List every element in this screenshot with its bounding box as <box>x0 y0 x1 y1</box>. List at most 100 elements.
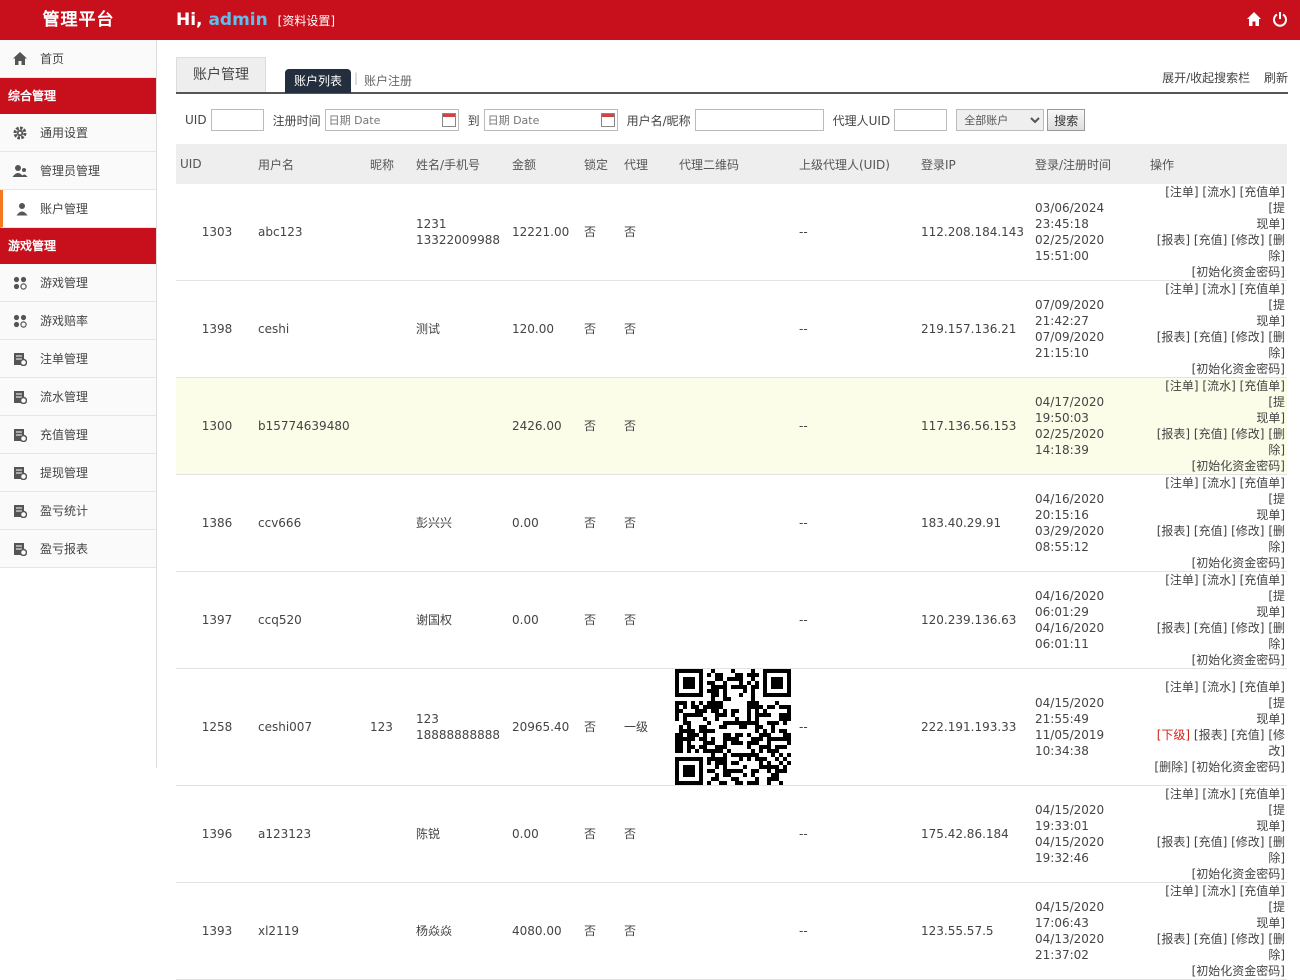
cell-uid[interactable]: 1397 <box>176 571 254 669</box>
withdraw-order-link[interactable]: [提 <box>1268 589 1285 603</box>
edit-link[interactable]: [修改] <box>1231 835 1264 849</box>
cell-uid[interactable]: 1303 <box>176 184 254 281</box>
recharge-link[interactable]: [充值] <box>1194 932 1227 946</box>
home-icon[interactable] <box>1246 11 1262 27</box>
date-from-input[interactable] <box>324 109 459 131</box>
report-link[interactable]: [报表] <box>1194 728 1227 742</box>
recharge-order-link[interactable]: [充值单] <box>1240 476 1285 490</box>
sidebar-item-admin-management[interactable]: 管理员管理 <box>0 152 156 190</box>
edit-link[interactable]: [修改] <box>1268 728 1285 758</box>
recharge-order-link[interactable]: [充值单] <box>1240 680 1285 694</box>
withdraw-order-link-cont[interactable]: 现单] <box>1256 411 1285 425</box>
sidebar-item-recharge-management[interactable]: 充值管理 <box>0 416 156 454</box>
report-link[interactable]: [报表] <box>1157 330 1190 344</box>
report-link[interactable]: [报表] <box>1157 621 1190 635</box>
calendar-icon[interactable] <box>600 113 615 127</box>
profile-settings-link[interactable]: [资料设置] <box>278 14 335 28</box>
cell-uid[interactable]: 1386 <box>176 474 254 572</box>
cell-uid[interactable]: 1396 <box>176 785 254 883</box>
init-fund-password-link[interactable]: [初始化资金密码] <box>1192 760 1285 774</box>
cell-username[interactable]: ccv666 <box>254 474 366 572</box>
cell-username[interactable]: ccq520 <box>254 571 366 669</box>
recharge-link[interactable]: [充值] <box>1194 330 1227 344</box>
recharge-link[interactable]: [充值] <box>1194 835 1227 849</box>
recharge-link[interactable]: [充值] <box>1194 621 1227 635</box>
delete-link[interactable]: [删除] <box>1268 427 1285 457</box>
report-link[interactable]: [报表] <box>1157 233 1190 247</box>
recharge-link[interactable]: [充值] <box>1194 233 1227 247</box>
sidebar-item-withdraw-management[interactable]: 提现管理 <box>0 454 156 492</box>
withdraw-order-link-cont[interactable]: 现单] <box>1256 217 1285 231</box>
flow-link[interactable]: [流水] <box>1202 476 1235 490</box>
tab-account-register[interactable]: 账户注册 <box>364 69 412 93</box>
tab-account-list[interactable]: 账户列表 <box>285 69 352 93</box>
withdraw-order-link[interactable]: [提 <box>1268 900 1285 914</box>
sidebar-item-game-odds[interactable]: 游戏赔率 <box>0 302 156 340</box>
withdraw-order-link[interactable]: [提 <box>1268 492 1285 506</box>
sidebar-item-flow-management[interactable]: 流水管理 <box>0 378 156 416</box>
withdraw-order-link[interactable]: [提 <box>1268 395 1285 409</box>
recharge-link[interactable]: [充值] <box>1194 524 1227 538</box>
uid-input[interactable] <box>210 109 264 131</box>
withdraw-order-link-cont[interactable]: 现单] <box>1256 712 1285 726</box>
withdraw-order-link[interactable]: [提 <box>1268 696 1285 710</box>
report-link[interactable]: [报表] <box>1157 835 1190 849</box>
recharge-order-link[interactable]: [充值单] <box>1240 282 1285 296</box>
bet-link[interactable]: [注单] <box>1165 379 1198 393</box>
date-to-input[interactable] <box>483 109 618 131</box>
username-input[interactable] <box>694 109 824 131</box>
sidebar-item-profit-report[interactable]: 盈亏报表 <box>0 530 156 568</box>
edit-link[interactable]: [修改] <box>1231 427 1264 441</box>
edit-link[interactable]: [修改] <box>1231 233 1264 247</box>
delete-link[interactable]: [删除] <box>1268 233 1285 263</box>
init-fund-password-link[interactable]: [初始化资金密码] <box>1192 459 1285 473</box>
recharge-order-link[interactable]: [充值单] <box>1240 573 1285 587</box>
flow-link[interactable]: [流水] <box>1202 884 1235 898</box>
cell-username[interactable]: a123123 <box>254 785 366 883</box>
bet-link[interactable]: [注单] <box>1165 185 1198 199</box>
account-type-select[interactable]: 全部账户 <box>956 109 1045 131</box>
init-fund-password-link[interactable]: [初始化资金密码] <box>1192 265 1285 279</box>
recharge-order-link[interactable]: [充值单] <box>1240 787 1285 801</box>
init-fund-password-link[interactable]: [初始化资金密码] <box>1192 556 1285 570</box>
report-link[interactable]: [报表] <box>1157 427 1190 441</box>
sidebar-item-profit-stats[interactable]: 盈亏统计 <box>0 492 156 530</box>
cell-uid[interactable]: 1398 <box>176 280 254 378</box>
delete-link[interactable]: [删除] <box>1268 932 1285 962</box>
recharge-order-link[interactable]: [充值单] <box>1240 185 1285 199</box>
calendar-icon[interactable] <box>441 113 456 127</box>
withdraw-order-link-cont[interactable]: 现单] <box>1256 605 1285 619</box>
flow-link[interactable]: [流水] <box>1202 787 1235 801</box>
sidebar-section-general[interactable]: 综合管理 <box>0 78 156 114</box>
delete-link[interactable]: [删除] <box>1268 621 1285 651</box>
withdraw-order-link[interactable]: [提 <box>1268 803 1285 817</box>
report-link[interactable]: [报表] <box>1157 932 1190 946</box>
delete-link[interactable]: [删除] <box>1268 524 1285 554</box>
edit-link[interactable]: [修改] <box>1231 932 1264 946</box>
flow-link[interactable]: [流水] <box>1202 282 1235 296</box>
init-fund-password-link[interactable]: [初始化资金密码] <box>1192 867 1285 881</box>
cell-username[interactable]: b15774639480 <box>254 377 366 475</box>
cell-uid[interactable]: 1393 <box>176 882 254 980</box>
withdraw-order-link[interactable]: [提 <box>1268 201 1285 215</box>
recharge-order-link[interactable]: [充值单] <box>1240 884 1285 898</box>
withdraw-order-link-cont[interactable]: 现单] <box>1256 916 1285 930</box>
subordinates-link[interactable]: [下级] <box>1157 728 1190 742</box>
toggle-search-link[interactable]: 展开/收起搜索栏 <box>1162 71 1250 85</box>
refresh-link[interactable]: 刷新 <box>1264 71 1288 85</box>
flow-link[interactable]: [流水] <box>1202 379 1235 393</box>
edit-link[interactable]: [修改] <box>1231 621 1264 635</box>
init-fund-password-link[interactable]: [初始化资金密码] <box>1192 964 1285 978</box>
recharge-link[interactable]: [充值] <box>1231 728 1264 742</box>
sidebar-item-game-management[interactable]: 游戏管理 <box>0 264 156 302</box>
power-icon[interactable] <box>1272 11 1288 27</box>
withdraw-order-link[interactable]: [提 <box>1268 298 1285 312</box>
bet-link[interactable]: [注单] <box>1165 573 1198 587</box>
sidebar-item-bet-management[interactable]: 注单管理 <box>0 340 156 378</box>
sidebar-item-general-settings[interactable]: 通用设置 <box>0 114 156 152</box>
bet-link[interactable]: [注单] <box>1165 884 1198 898</box>
cell-username[interactable]: xl2119 <box>254 882 366 980</box>
edit-link[interactable]: [修改] <box>1231 330 1264 344</box>
report-link[interactable]: [报表] <box>1157 524 1190 538</box>
cell-uid[interactable]: 1300 <box>176 377 254 475</box>
